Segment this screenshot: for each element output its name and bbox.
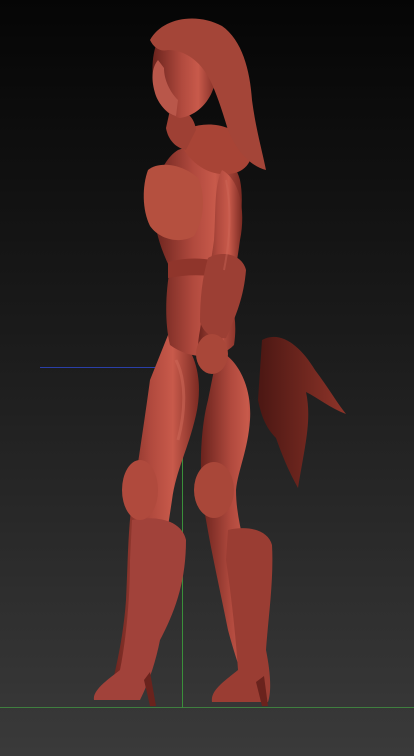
tail-cloth xyxy=(258,336,346,488)
chest-armor xyxy=(143,164,203,241)
bracer xyxy=(200,254,246,339)
front-knee-pad xyxy=(122,460,158,520)
back-knee-pad xyxy=(194,462,234,518)
sculpted-figure-model[interactable] xyxy=(0,0,414,756)
fist xyxy=(196,334,228,374)
front-boot xyxy=(93,518,186,700)
sculpt-viewport[interactable] xyxy=(0,0,414,756)
